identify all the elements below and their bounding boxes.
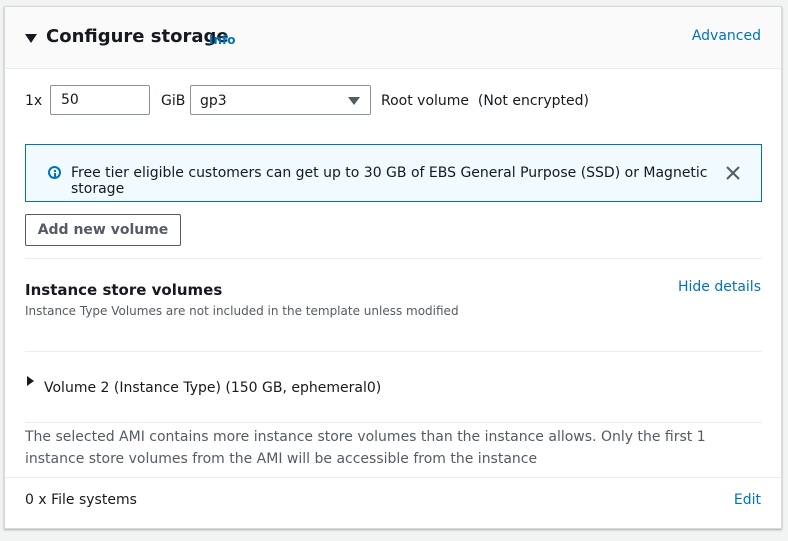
volume-type-value: gp3 [200, 93, 227, 109]
section-divider [25, 351, 762, 352]
root-volume-description: Root volume (Not encrypted) [381, 93, 589, 109]
hide-details-link[interactable]: Hide details [678, 279, 761, 295]
instance-store-warning: The selected AMI contains more instance … [25, 429, 706, 467]
close-icon[interactable] [725, 165, 741, 181]
section-divider [25, 422, 762, 423]
configure-storage-panel: Configure storage Info Advanced 1x GiB g… [4, 6, 782, 529]
volume-type-select[interactable]: gp3 [190, 85, 371, 115]
file-systems-label: 0 x File systems [25, 492, 137, 508]
instance-volume-item[interactable]: Volume 2 (Instance Type) (150 GB, epheme… [44, 380, 381, 396]
panel-title: Configure storage [46, 26, 229, 47]
free-tier-alert: Free tier eligible customers can get up … [25, 144, 762, 202]
section-divider [25, 258, 762, 259]
info-link[interactable]: Info [209, 33, 235, 47]
chevron-down-icon [348, 97, 360, 105]
caret-right-icon[interactable] [27, 376, 34, 386]
root-volume-row: 1x GiB gp3 Root volume (Not encrypted) [5, 84, 781, 118]
add-new-volume-button[interactable]: Add new volume [25, 214, 181, 246]
edit-file-systems-link[interactable]: Edit [734, 492, 761, 508]
panel-header: Configure storage Info Advanced [5, 7, 781, 69]
alert-message: Free tier eligible customers can get up … [71, 165, 708, 197]
section-divider [5, 477, 781, 478]
volume-count-label: 1x [25, 93, 43, 109]
volume-size-input[interactable] [50, 85, 150, 115]
advanced-link[interactable]: Advanced [692, 28, 761, 44]
info-circle-icon [48, 166, 61, 179]
instance-store-description: Instance Type Volumes are not included i… [25, 304, 459, 318]
instance-store-title: Instance store volumes [25, 281, 223, 299]
caret-down-icon[interactable] [25, 34, 37, 43]
size-unit-label: GiB [161, 93, 186, 109]
